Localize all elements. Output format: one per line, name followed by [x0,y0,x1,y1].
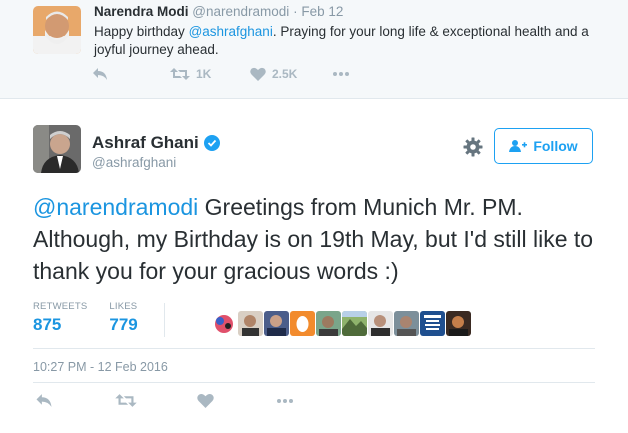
reply-icon [93,68,107,80]
verified-icon [203,135,220,151]
more-button[interactable] [275,398,295,404]
reply-text-before: Happy birthday [94,24,189,39]
retweets-value: 875 [33,315,62,334]
main-avatar[interactable] [33,125,81,173]
reply-tweet-header: Narendra Modi @narendramodi · Feb 12 [94,4,343,19]
more-icon [333,72,349,76]
like-button[interactable] [197,393,214,408]
retweet-button[interactable] [115,393,137,408]
main-mention[interactable]: @narendramodi [33,194,198,220]
reply-icon [36,394,52,407]
main-handle[interactable]: @ashrafghani [92,155,176,170]
follow-button[interactable]: Follow [494,128,593,164]
more-button[interactable] [332,71,350,77]
liker-avatar[interactable] [420,311,445,336]
retweet-button[interactable]: 1K [170,67,211,81]
liker-avatar[interactable] [446,311,471,336]
reply-separator: · [293,4,298,19]
main-fullname-row: Ashraf Ghani [92,133,220,153]
reply-date[interactable]: Feb 12 [301,4,343,19]
stats-divider [164,303,165,337]
liker-avatar[interactable] [290,311,315,336]
likes-stat[interactable]: LIKES 779 [109,301,137,339]
liker-avatar[interactable] [394,311,419,336]
divider [33,382,595,383]
reply-fullname[interactable]: Narendra Modi [94,4,189,19]
likes-label: LIKES [109,301,138,312]
divider [33,348,595,349]
reply-tweet-text: Happy birthday @ashrafghani. Praying for… [94,23,606,59]
tweet-stats: RETWEETS 875 LIKES 779 [33,301,160,339]
tweet-timestamp[interactable]: 10:27 PM - 12 Feb 2016 [33,360,168,374]
retweets-stat[interactable]: RETWEETS 875 [33,301,87,339]
likes-value: 779 [109,315,138,334]
liker-avatar[interactable] [342,311,367,336]
reply-handle[interactable]: @narendramodi [192,4,289,19]
avatar[interactable] [33,6,81,54]
liker-avatar[interactable] [264,311,289,336]
liker-avatar[interactable] [238,311,263,336]
like-icon [197,394,214,408]
main-tweet-text: @narendramodi Greetings from Munich Mr. … [33,191,613,287]
gear-icon[interactable] [462,136,484,158]
reply-button[interactable] [35,393,53,408]
like-button[interactable]: 2.5K [250,67,297,81]
likers-avatars [212,311,471,336]
retweet-icon [170,68,190,80]
follow-label: Follow [533,138,578,154]
like-icon [250,67,266,81]
liker-avatar[interactable] [316,311,341,336]
like-count: 2.5K [272,67,298,81]
retweets-label: RETWEETS [33,301,88,312]
reply-button[interactable] [92,67,108,81]
reply-tweet: Narendra Modi @narendramodi · Feb 12 Hap… [0,0,628,99]
main-fullname[interactable]: Ashraf Ghani [92,133,199,153]
liker-avatar[interactable] [212,311,237,336]
retweet-count: 1K [196,67,212,81]
liker-avatar[interactable] [368,311,393,336]
follow-icon [509,140,528,152]
reply-mention[interactable]: @ashrafghani [189,24,273,39]
more-icon [277,399,293,403]
retweet-icon [115,394,137,407]
